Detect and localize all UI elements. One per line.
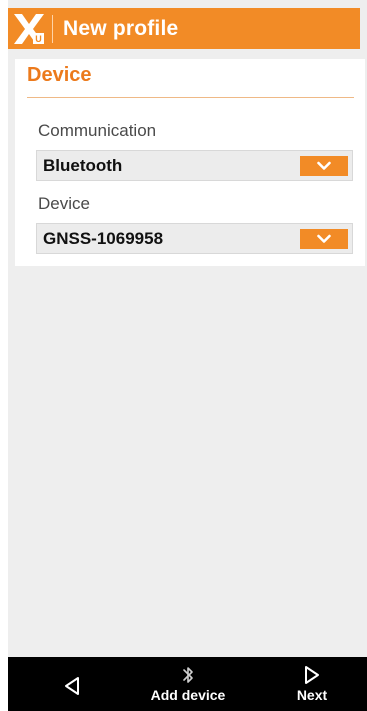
- back-triangle-icon: [65, 677, 79, 695]
- svg-text:U: U: [35, 34, 42, 44]
- device-select[interactable]: GNSS-1069958: [36, 223, 353, 254]
- device-dropdown-button[interactable]: [300, 228, 348, 249]
- communication-select[interactable]: Bluetooth: [36, 150, 353, 181]
- section-divider: [27, 97, 354, 98]
- screen: U New profile Device Communication Bluet…: [0, 0, 367, 711]
- back-button[interactable]: [52, 657, 92, 711]
- add-device-button[interactable]: Add device: [142, 657, 234, 711]
- logo-divider: [52, 14, 53, 43]
- device-value: GNSS-1069958: [43, 228, 164, 248]
- section-title: Device: [27, 64, 92, 86]
- bottom-bar: Add device Next: [8, 657, 367, 711]
- app-logo-icon: U: [12, 11, 46, 46]
- page-title: New profile: [63, 16, 179, 40]
- device-card: Device Communication Bluetooth Device GN…: [15, 59, 365, 266]
- play-triangle-icon: [305, 666, 319, 684]
- communication-label: Communication: [38, 121, 157, 140]
- next-label: Next: [296, 687, 328, 703]
- communication-dropdown-button[interactable]: [300, 155, 348, 176]
- app-bar: U New profile: [8, 8, 360, 49]
- device-label: Device: [38, 194, 90, 213]
- bluetooth-icon: [183, 667, 193, 683]
- next-button[interactable]: Next: [290, 657, 334, 711]
- add-device-label: Add device: [150, 687, 226, 703]
- communication-value: Bluetooth: [43, 155, 123, 175]
- chevron-down-icon: [317, 161, 331, 170]
- chevron-down-icon: [317, 234, 331, 243]
